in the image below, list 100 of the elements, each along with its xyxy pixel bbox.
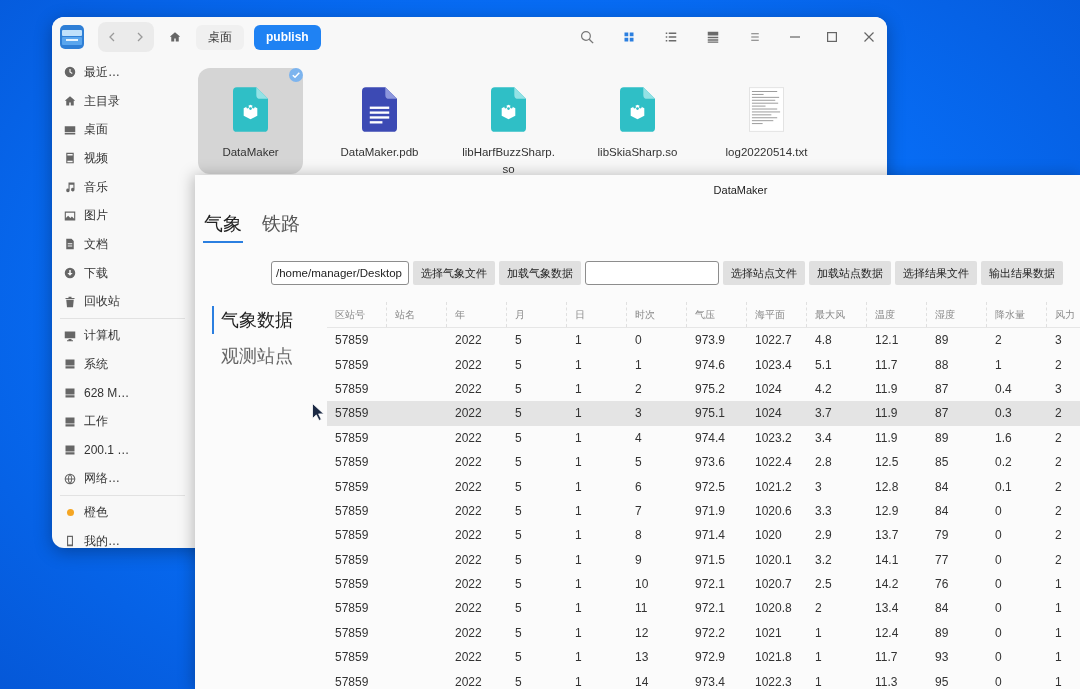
toolbar-button[interactable]: 输出结果数据 — [981, 261, 1063, 285]
sidebar-item[interactable]: 我的… — [52, 527, 195, 548]
sidebar-item[interactable]: 系统 — [52, 349, 195, 379]
file-item[interactable]: libHarfBuzzSharp.so — [456, 68, 561, 174]
table-cell: 971.5 — [695, 552, 726, 567]
desktop-icon — [64, 123, 76, 136]
file-item[interactable]: DataMaker.pdb — [327, 68, 432, 174]
drive-icon — [64, 386, 76, 399]
nav-item[interactable]: 观测站点 — [212, 342, 293, 370]
table-cell: 1 — [575, 552, 582, 567]
toolbar-button[interactable]: 选择结果文件 — [895, 261, 977, 285]
sidebar-item[interactable]: 桌面 — [52, 115, 195, 145]
table-row[interactable]: 57859 2022 5 1 0 973.9 1022.7 4.8 12.1 89 2 3 — [327, 328, 1080, 353]
column-header: 月 — [507, 302, 567, 327]
table-row[interactable]: 57859 2022 5 1 2 975.2 1024 4.2 11.9 87 0.4 3 — [327, 376, 1080, 402]
table-cell: 5 — [515, 381, 522, 396]
table-row[interactable]: 57859 2022 5 1 13 972.9 1021.8 1 11.7 93 0 1 — [327, 645, 1080, 670]
text-field[interactable] — [585, 261, 719, 285]
breadcrumb-button[interactable]: publish — [254, 24, 321, 50]
document-icon — [64, 238, 76, 251]
sidebar-item[interactable]: 视频 — [52, 144, 195, 173]
menu-icon — [749, 31, 761, 43]
table-cell: 2022 — [455, 528, 482, 543]
cube-file-icon — [620, 87, 655, 132]
table-cell: 89 — [935, 430, 949, 445]
table-cell: 972.1 — [695, 601, 726, 616]
table-cell: 10 — [635, 577, 649, 592]
sidebar-item[interactable]: 回收站 — [52, 287, 195, 317]
table-cell: 12.9 — [875, 503, 899, 518]
table-cell: 5 — [515, 333, 522, 348]
sidebar-item[interactable]: 橙色 — [52, 498, 195, 527]
table-cell: 84 — [935, 479, 949, 494]
sidebar-item[interactable]: 图片 — [52, 201, 195, 231]
drive-icon — [64, 358, 76, 371]
sidebar-item[interactable]: 音乐 — [52, 172, 195, 202]
music-note-icon — [64, 181, 76, 194]
table-row[interactable]: 57859 2022 5 1 11 972.1 1020.8 2 13.4 84 0 1 — [327, 596, 1080, 621]
toolbar-button[interactable]: 选择站点文件 — [723, 261, 805, 285]
sidebar-item[interactable]: 网络… — [52, 464, 195, 494]
sidebar-item[interactable]: 最近… — [52, 58, 195, 87]
tab[interactable]: 铁路 — [261, 209, 301, 243]
table-cell: 3 — [1055, 381, 1062, 396]
table-cell: 971.9 — [695, 503, 726, 518]
text-field[interactable]: /home/manager/Desktop — [271, 261, 409, 285]
table-row[interactable]: 57859 2022 5 1 1 974.6 1023.4 5.1 11.7 88 1 2 — [327, 352, 1080, 377]
sidebar-item[interactable]: 计算机 — [52, 321, 195, 350]
table-cell: 2022 — [455, 674, 482, 689]
table-row[interactable]: 57859 2022 5 1 14 973.4 1022.3 1 11.3 95 0 1 — [327, 669, 1080, 689]
table-cell: 1023.2 — [755, 430, 792, 445]
table-cell: 0 — [635, 333, 642, 348]
house-icon — [169, 31, 181, 43]
nav-item[interactable]: 气象数据 — [212, 306, 293, 334]
table-cell: 5 — [515, 430, 522, 445]
toolbar-button[interactable]: 加载站点数据 — [809, 261, 891, 285]
table-cell: 57859 — [335, 650, 369, 665]
table-row[interactable]: 57859 2022 5 1 5 973.6 1022.4 2.8 12.5 85 0.2 2 — [327, 449, 1080, 475]
table-cell: 1021 — [755, 625, 782, 640]
table-row[interactable]: 57859 2022 5 1 10 972.1 1020.7 2.5 14.2 76 0 1 — [327, 571, 1080, 597]
sidebar-item[interactable]: 文档 — [52, 230, 195, 259]
table-cell: 972.1 — [695, 577, 726, 592]
table-row[interactable]: 57859 2022 5 1 7 971.9 1020.6 3.3 12.9 84 0 2 — [327, 498, 1080, 524]
window-title: DataMaker — [713, 184, 768, 196]
table-row[interactable]: 57859 2022 5 1 9 971.5 1020.1 3.2 14.1 77 0 2 — [327, 547, 1080, 572]
sidebar-item[interactable]: 下载 — [52, 258, 195, 288]
table-row[interactable]: 57859 2022 5 1 6 972.5 1021.2 3 12.8 84 0.1 2 — [327, 474, 1080, 499]
table-row[interactable]: 57859 2022 5 1 8 971.4 1020 2.9 13.7 79 0 2 — [327, 523, 1080, 548]
table-cell: 2022 — [455, 430, 482, 445]
file-item[interactable]: log20220514.txt — [714, 68, 819, 174]
table-cell: 1 — [1055, 650, 1062, 665]
table-row[interactable]: 57859 2022 5 1 4 974.4 1023.2 3.4 11.9 89 1.6 2 — [327, 425, 1080, 450]
toolbar-button[interactable]: 选择气象文件 — [413, 261, 495, 285]
table-cell: 1 — [575, 503, 582, 518]
toolbar-button[interactable]: 加载气象数据 — [499, 261, 581, 285]
sidebar-item[interactable]: 工作 — [52, 407, 195, 436]
table-cell: 57859 — [335, 674, 369, 689]
table-cell: 2022 — [455, 601, 482, 616]
breadcrumb-button[interactable]: 桌面 — [196, 24, 244, 50]
tab[interactable]: 气象 — [203, 209, 243, 243]
table-cell: 3.4 — [815, 430, 832, 445]
table-cell: 1023.4 — [755, 357, 792, 372]
table-cell: 1020.8 — [755, 601, 792, 616]
table-cell: 57859 — [335, 577, 369, 592]
table-cell: 5 — [515, 552, 522, 567]
file-item[interactable]: DataMaker — [198, 68, 303, 174]
table-cell: 5 — [515, 674, 522, 689]
table-cell: 57859 — [335, 381, 369, 396]
table-cell: 57859 — [335, 455, 369, 470]
table-row[interactable]: 57859 2022 5 1 3 975.1 1024 3.7 11.9 87 0.3 2 — [327, 401, 1080, 426]
table-row[interactable]: 57859 2022 5 1 12 972.2 1021 1 12.4 89 0 1 — [327, 620, 1080, 646]
sidebar-item[interactable]: 628 M… — [52, 378, 195, 408]
table-cell: 6 — [635, 479, 642, 494]
sidebar-item[interactable]: 200.1 … — [52, 435, 195, 465]
house-icon — [64, 95, 76, 108]
table-cell: 57859 — [335, 333, 369, 348]
table-cell: 973.9 — [695, 333, 726, 348]
table-cell: 1 — [1055, 577, 1062, 592]
file-item[interactable]: libSkiaSharp.so — [585, 68, 690, 174]
table-cell: 2 — [1055, 479, 1062, 494]
table-cell: 2 — [1055, 528, 1062, 543]
sidebar-item[interactable]: 主目录 — [52, 86, 195, 116]
